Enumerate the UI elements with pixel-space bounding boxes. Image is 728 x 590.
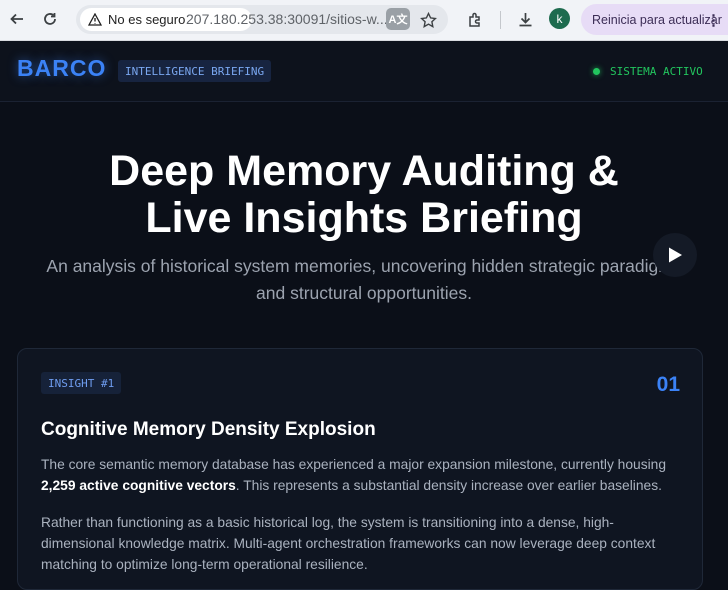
browser-toolbar: No es seguro 207.180.253.38:30091/sitios… xyxy=(0,0,728,41)
insight-number: 01 xyxy=(656,373,680,396)
site-header: BARCO INTELLIGENCE BRIEFING SISTEMA ACTI… xyxy=(0,41,728,102)
brand-logo[interactable]: BARCO xyxy=(17,55,106,82)
play-button[interactable] xyxy=(653,233,697,277)
security-label: No es seguro xyxy=(108,12,186,27)
subtitle-line-2: and structural opportunities. xyxy=(256,283,472,303)
section-tag: INTELLIGENCE BRIEFING xyxy=(118,60,272,82)
url-text[interactable]: 207.180.253.38:30091/sitios-w... xyxy=(186,11,388,27)
status-label: SISTEMA ACTIVO xyxy=(610,65,703,78)
profile-avatar[interactable]: k xyxy=(549,8,570,29)
reload-icon xyxy=(44,13,56,25)
page-subtitle: An analysis of historical system memorie… xyxy=(40,253,688,307)
title-line-1: Deep Memory Auditing & xyxy=(109,147,619,195)
system-status: SISTEMA ACTIVO xyxy=(593,65,703,78)
address-bar[interactable]: No es seguro 207.180.253.38:30091/sitios… xyxy=(76,5,448,34)
bookmark-star-icon[interactable] xyxy=(416,8,440,32)
update-label: Reinicia para actualizar xyxy=(592,12,722,27)
toolbar-divider xyxy=(500,11,501,29)
download-icon[interactable] xyxy=(512,6,538,32)
title-line-2: Live Insights Briefing xyxy=(145,194,583,242)
play-icon xyxy=(669,247,682,263)
page-title: Deep Memory Auditing & Live Insights Bri… xyxy=(0,148,728,242)
subtitle-line-1: An analysis of historical system memorie… xyxy=(46,256,682,276)
insight-paragraph-1: The core semantic memory database has ex… xyxy=(41,454,681,496)
more-menu-icon[interactable]: ⋮ xyxy=(706,11,721,29)
back-button[interactable] xyxy=(4,6,30,32)
insight-badge: INSIGHT #1 xyxy=(41,372,122,394)
reload-button[interactable] xyxy=(37,6,63,32)
update-button[interactable]: Reinicia para actualizar ⋮ xyxy=(581,4,728,35)
insight-paragraph-2: Rather than functioning as a basic histo… xyxy=(41,515,656,572)
paragraph-text: . This represents a substantial density … xyxy=(235,478,662,493)
insight-card: INSIGHT #1 01 Cognitive Memory Density E… xyxy=(17,348,703,590)
paragraph-text: The core semantic memory database has ex… xyxy=(41,457,667,472)
extensions-icon[interactable] xyxy=(462,6,488,32)
highlight-text: 2,259 active cognitive vectors xyxy=(41,478,236,493)
status-dot-icon xyxy=(593,68,600,75)
translate-icon[interactable]: A文 xyxy=(386,8,410,30)
warning-icon xyxy=(88,13,102,26)
arrow-left-icon xyxy=(10,13,23,25)
insight-title: Cognitive Memory Density Explosion xyxy=(41,419,376,440)
